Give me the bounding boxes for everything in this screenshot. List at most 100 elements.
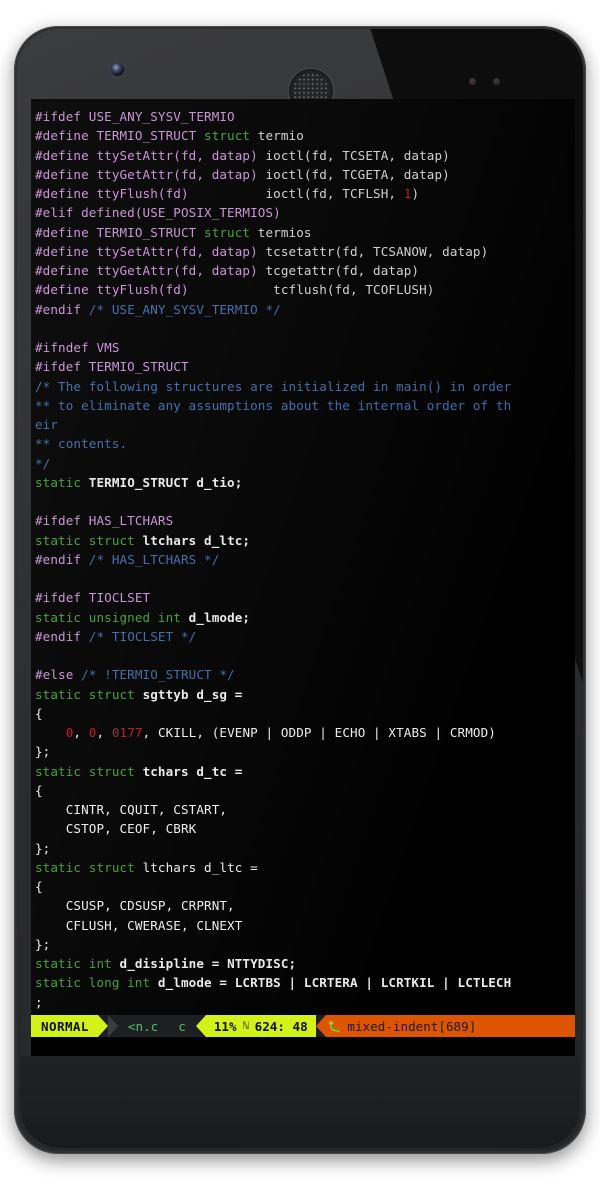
code-line: #ifndef VMS (35, 338, 575, 357)
light-sensor-icon (493, 78, 500, 85)
code-token: ; (35, 994, 43, 1010)
code-line: { (35, 877, 575, 896)
bug-icon: 🐛 (327, 1019, 342, 1033)
code-token: CINTR, CQUIT, CSTART, (35, 802, 228, 817)
code-token: ltchars d_ltc = (142, 859, 258, 875)
code-token: termio (250, 128, 304, 144)
code-line: }; (35, 935, 575, 954)
code-token: 177 (119, 725, 143, 740)
code-token: , (96, 725, 112, 740)
code-token: #endif (35, 628, 89, 644)
status-filetype: c (168, 1015, 196, 1037)
code-token: { (35, 705, 43, 721)
code-token: tcsetattr(fd, TCSANOW, datap) (265, 243, 489, 259)
code-token: #ifdef HAS_LTCHARS (35, 513, 174, 529)
code-token: struct (204, 128, 251, 144)
mode-arrow-icon (97, 1015, 108, 1037)
code-token: /* The following structures are initiali… (35, 378, 512, 394)
status-line-col: 624: 48 (254, 1018, 308, 1034)
vim-airline-statusbar: NORMAL <n.c c 11% ℕ 624: 48 � (31, 1015, 575, 1037)
code-token: ) (411, 186, 420, 201)
code-token: static int (35, 956, 112, 971)
code-line: ** to eliminate any assumptions about th… (35, 396, 575, 415)
code-text-area[interactable]: #ifdef USE_ANY_SYSV_TERMIO #define TERMIO… (35, 107, 575, 1059)
code-token: sgttyb d_sg = (142, 686, 243, 702)
code-line: #define ttyFlush(fd) ioctl(fd, TCFLSH, 1… (35, 184, 575, 203)
code-token: ** contents. (35, 436, 128, 452)
code-token: ioctl(fd, TCSETA, datap) (265, 147, 450, 163)
code-token: ioctl(fd, TCFLSH, (188, 186, 404, 201)
status-warning: 🐛 mixed-indent[689] (325, 1015, 575, 1037)
code-line: static long int d_lmode = LCRTBS | LCRTE… (35, 973, 575, 992)
status-warning-label: mixed-indent[689] (347, 1018, 477, 1034)
code-token: #define ttySetAttr(fd, datap) (35, 243, 266, 259)
status-position: 11% ℕ 624: 48 (205, 1015, 316, 1037)
code-line: CFLUSH, CWERASE, CLNEXT (35, 916, 575, 935)
warning-arrow-icon (315, 1015, 326, 1037)
phone-bezel: #ifdef USE_ANY_SYSV_TERMIO #define TERMIO… (17, 29, 583, 1151)
code-line: CSUSP, CDSUSP, CRPRNT, (35, 896, 575, 915)
code-token: ioctl(fd, TCGETA, datap) (265, 166, 450, 182)
code-line: #define TERMIO_STRUCT struct termios (35, 223, 575, 242)
code-token: #ifdef TERMIO_STRUCT (35, 359, 189, 375)
code-token: eir (35, 417, 59, 432)
code-line: #endif /* TIOCLSET */ (35, 627, 575, 646)
code-line: #endif /* USE_ANY_SYSV_TERMIO */ (35, 300, 575, 319)
code-token: static struct (35, 686, 135, 702)
code-token: /* !TERMIO_STRUCT */ (81, 667, 235, 683)
phone-screen[interactable]: #ifdef USE_ANY_SYSV_TERMIO #define TERMIO… (31, 99, 575, 1059)
status-filename: <n.c (117, 1015, 169, 1037)
code-line: static int d_disipline = NTTYDISC; (35, 954, 575, 973)
code-line: { (35, 704, 575, 723)
code-token: }; (35, 744, 51, 760)
code-token: ** to eliminate any assumptions about th… (35, 397, 512, 413)
code-token: #define ttySetAttr(fd, datap) (35, 147, 266, 163)
phone-bottom-chin (20, 1056, 580, 1148)
code-token: { (35, 879, 43, 894)
code-token: , (73, 725, 89, 740)
code-token: static unsigned int (35, 609, 181, 625)
status-mode: NORMAL (31, 1015, 98, 1037)
code-token: #ifdef TIOCLSET (35, 590, 151, 606)
code-line: static struct sgttyb d_sg = (35, 685, 575, 704)
code-line: static unsigned int d_lmode; (35, 608, 575, 627)
code-line: static struct ltchars d_ltc; (35, 531, 575, 550)
code-token: { (35, 782, 43, 798)
code-token: static long int (35, 975, 151, 991)
code-token: }; (35, 936, 51, 952)
vim-editor[interactable]: #ifdef USE_ANY_SYSV_TERMIO #define TERMIO… (31, 99, 575, 1059)
code-token: d_lmode; (188, 609, 251, 625)
code-token: d_lmode = LCRTBS | LCRTERA | LCRTKIL | L… (157, 975, 512, 991)
line-number-icon: ℕ (242, 1020, 249, 1032)
code-token: #else (35, 667, 82, 683)
code-token: #define ttyFlush(fd) (35, 282, 189, 298)
proximity-sensor-icon (469, 78, 476, 85)
code-token: #define ttyGetAttr(fd, datap) (35, 166, 266, 182)
code-token: #elif defined(USE_POSIX_TERMIOS) (35, 205, 281, 221)
code-token: static struct (35, 763, 135, 779)
code-token: tcflush(fd, TCOFLUSH) (188, 282, 435, 298)
code-token: CSUSP, CDSUSP, CRPRNT, (35, 898, 235, 914)
code-token: tcgetattr(fd, datap) (265, 263, 420, 278)
code-line: */ (35, 454, 575, 473)
code-token: static struct (35, 859, 135, 875)
code-line: CINTR, CQUIT, CSTART, (35, 800, 575, 819)
code-token: 0 (111, 725, 120, 740)
code-line: #define TERMIO_STRUCT struct termio (35, 126, 575, 145)
code-token: d_disipline = NTTYDISC; (119, 956, 297, 971)
code-token: #endif (35, 301, 89, 317)
code-line: CSTOP, CEOF, CBRK (35, 819, 575, 838)
position-arrow-icon (195, 1015, 206, 1037)
code-token: }; (35, 840, 51, 856)
code-line: eir (35, 415, 575, 434)
code-line: #ifdef HAS_LTCHARS (35, 511, 575, 530)
